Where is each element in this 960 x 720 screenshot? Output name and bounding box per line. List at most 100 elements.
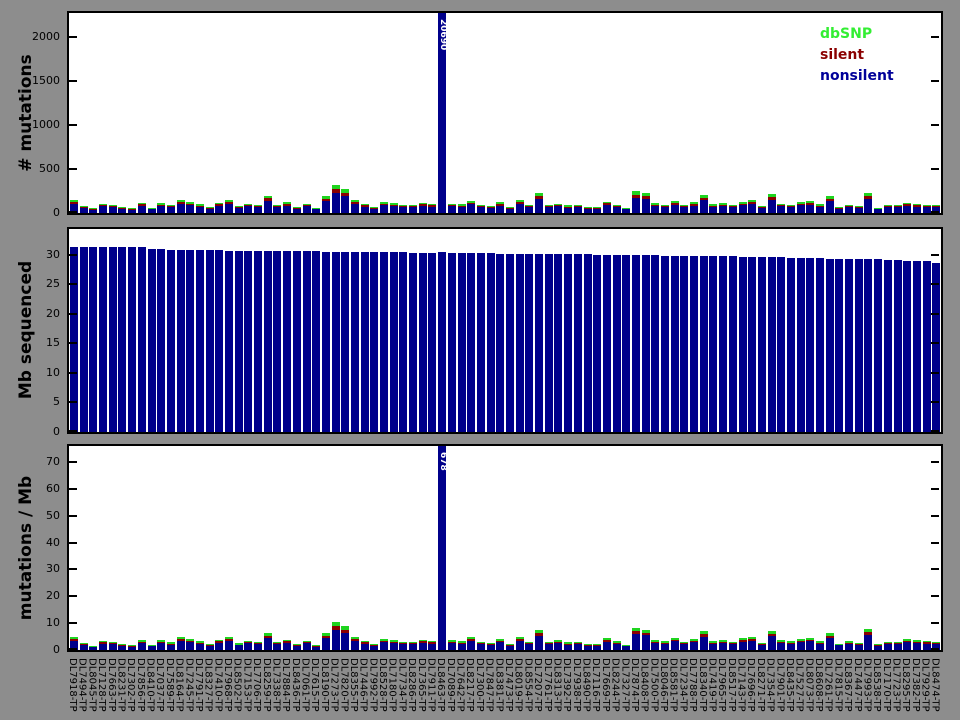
bar-segment bbox=[651, 206, 660, 213]
bar-segment bbox=[835, 645, 844, 650]
bar-segment bbox=[302, 206, 311, 213]
bar-segment bbox=[205, 207, 214, 209]
bar-segment bbox=[254, 641, 263, 644]
bar-segment bbox=[912, 205, 921, 207]
bar-segment bbox=[108, 205, 117, 208]
bar-segment bbox=[690, 255, 699, 432]
bar-segment bbox=[612, 643, 621, 650]
bar-segment bbox=[225, 641, 234, 650]
y-tick-mark bbox=[931, 342, 939, 345]
bar-segment bbox=[331, 626, 340, 631]
y-tick-label: 1500 bbox=[32, 73, 60, 87]
bar-segment bbox=[195, 641, 204, 643]
bar-segment bbox=[816, 642, 825, 644]
y-tick-label: 0 bbox=[53, 643, 60, 656]
bar-segment bbox=[903, 205, 912, 213]
bar-segment bbox=[835, 208, 844, 213]
bar-segment bbox=[205, 250, 214, 432]
bar-segment bbox=[593, 254, 602, 432]
bar-segment bbox=[108, 644, 117, 650]
bar-segment bbox=[312, 251, 321, 432]
bar-segment bbox=[99, 203, 108, 206]
bar-segment bbox=[564, 206, 573, 208]
bar-segment bbox=[525, 253, 534, 432]
bar-segment bbox=[883, 204, 892, 207]
bar-segment bbox=[418, 641, 427, 643]
bar-segment bbox=[215, 204, 224, 206]
bar-segment bbox=[854, 259, 863, 432]
bar-segment bbox=[573, 207, 582, 213]
bar-segment bbox=[544, 643, 553, 650]
bar-segment bbox=[845, 258, 854, 432]
bar-segment bbox=[612, 641, 621, 643]
bar-segment bbox=[476, 253, 485, 432]
bar-segment bbox=[360, 204, 369, 206]
bar-segment bbox=[234, 250, 243, 432]
bar-segment bbox=[728, 207, 737, 213]
bar-segment bbox=[108, 247, 117, 432]
bar-segment bbox=[496, 205, 505, 213]
bar-segment bbox=[825, 637, 834, 650]
bar-segment bbox=[108, 204, 117, 206]
bar-segment bbox=[593, 646, 602, 650]
y-tick-mark bbox=[69, 514, 77, 517]
bar-segment bbox=[166, 644, 175, 650]
x-axis-sample-labels: DL7918-TP DL7494-TP DL8045-TP DL7128-TP DL76… bbox=[67, 656, 947, 720]
bar-segment bbox=[176, 640, 185, 650]
bar-segment bbox=[893, 643, 902, 645]
y-tick-label: 10 bbox=[46, 616, 60, 630]
bar-segment bbox=[70, 639, 78, 641]
bar-segment bbox=[874, 209, 883, 213]
y-tick-mark bbox=[931, 622, 939, 625]
bar-segment bbox=[399, 642, 408, 645]
bar-segment bbox=[331, 189, 340, 193]
bar-segment bbox=[389, 639, 398, 642]
bar-segment bbox=[661, 205, 670, 207]
sample-label: DL8474-TP bbox=[929, 658, 941, 712]
bar-segment bbox=[690, 202, 699, 205]
bar-segment bbox=[709, 642, 718, 644]
bar-segment bbox=[864, 632, 873, 636]
bar-segment bbox=[835, 643, 844, 645]
bar-segment bbox=[486, 207, 495, 209]
bar-segment bbox=[215, 641, 224, 643]
bar-segment bbox=[854, 644, 863, 650]
bar-segment bbox=[922, 206, 931, 213]
bar-segment bbox=[292, 251, 301, 432]
bar-segment bbox=[225, 637, 234, 640]
bar-segment bbox=[128, 208, 137, 210]
bar-segment bbox=[79, 206, 88, 208]
legend-item-silent: silent bbox=[820, 47, 865, 63]
y-tick-label: 20 bbox=[46, 589, 60, 603]
bar-segment bbox=[147, 644, 156, 646]
bar-segment bbox=[118, 643, 127, 645]
bar-segment bbox=[457, 642, 466, 644]
bar-segment bbox=[176, 249, 185, 432]
bar-segment bbox=[757, 643, 766, 645]
bar-segment bbox=[525, 205, 534, 207]
bar-segment bbox=[186, 638, 195, 641]
bar-segment bbox=[680, 643, 689, 645]
bar-segment bbox=[99, 642, 108, 644]
bar-segment bbox=[525, 207, 534, 213]
bar-segment bbox=[467, 641, 476, 650]
bar-segment bbox=[79, 642, 88, 644]
bar-segment bbox=[748, 203, 757, 213]
bar-segment bbox=[728, 256, 737, 432]
bar-segment bbox=[796, 205, 805, 213]
bar-segment bbox=[816, 641, 825, 643]
bar-segment bbox=[341, 189, 350, 193]
bar-segment bbox=[370, 207, 379, 209]
bar-segment bbox=[254, 207, 263, 213]
bar-segment bbox=[360, 642, 369, 644]
bar-segment bbox=[903, 260, 912, 432]
bar-segment bbox=[389, 252, 398, 432]
bar-segment bbox=[593, 209, 602, 213]
legend-item-nonsilent: nonsilent bbox=[820, 68, 894, 84]
bar-segment bbox=[738, 204, 747, 213]
bar-segment bbox=[496, 202, 505, 205]
y-tick-label: 5 bbox=[53, 395, 60, 409]
bar-segment bbox=[932, 642, 941, 645]
bar-segment bbox=[244, 250, 253, 432]
bar-segment bbox=[612, 204, 621, 206]
